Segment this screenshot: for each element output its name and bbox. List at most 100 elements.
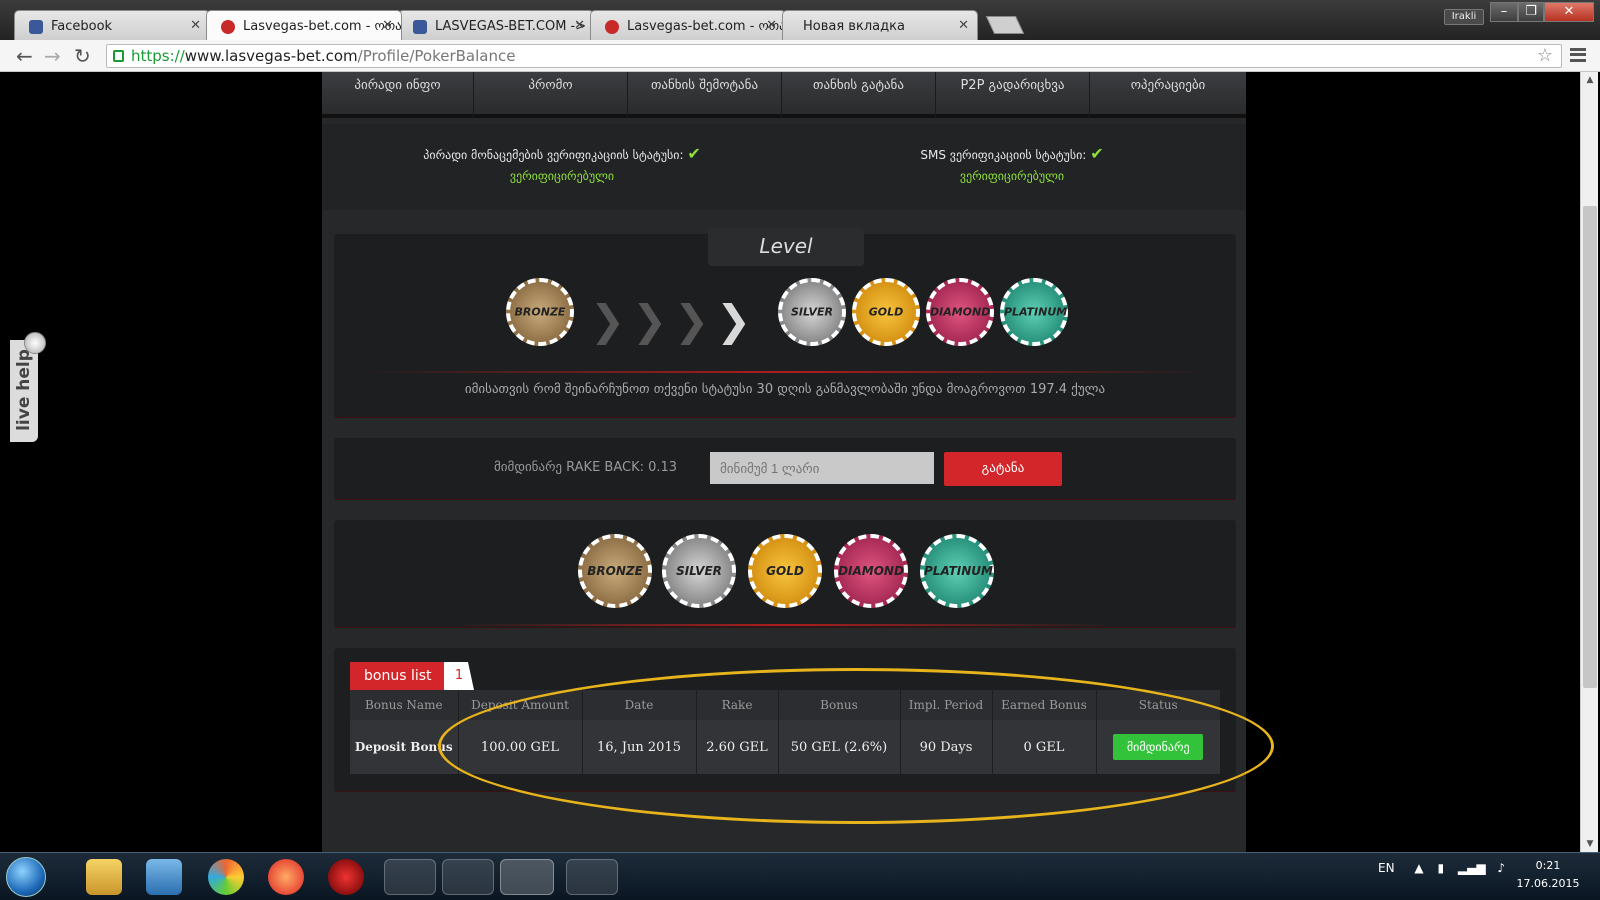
chip-label: SILVER [790, 305, 833, 319]
taskbar-clock[interactable]: 0:21 17.06.2015 [1508, 857, 1588, 893]
window-close-button[interactable]: ✕ [1544, 2, 1594, 22]
language-indicator[interactable]: EN [1378, 861, 1395, 875]
tab-lasvegas-fb[interactable]: LASVEGAS-BET.COM -> ოთ ✕ [398, 10, 594, 40]
explorer-folder-icon[interactable] [86, 859, 122, 895]
rake-back-box: მიმდინარე RAKE BACK: 0.13 გატანა [334, 438, 1236, 500]
tab-title: Facebook [51, 19, 113, 34]
new-tab-button[interactable] [985, 16, 1025, 34]
lasvegas-favicon-icon [221, 20, 235, 34]
tab-lasvegas-2[interactable]: Lasvegas-bet.com - ოთამ ✕ [590, 10, 786, 40]
chevron-right-icon: ❯ [674, 296, 710, 345]
tab-title: Новая вкладка [803, 19, 905, 34]
check-icon: ✔ [1090, 144, 1104, 163]
address-bar[interactable]: https://www.lasvegas-bet.com/Profile/Pok… [106, 44, 1562, 68]
media-player-icon[interactable] [146, 859, 182, 895]
sms-verification-state: ვერიფიცირებული [959, 169, 1065, 183]
clock-time: 0:21 [1535, 859, 1561, 872]
maximize-button[interactable]: ❐ [1518, 2, 1544, 22]
personal-verification: პირადი მონაცემების ვერიფიკაციის სტატუსი:… [382, 144, 742, 183]
chip-label: GOLD [766, 564, 804, 578]
divider [360, 371, 1210, 373]
chip-label: GOLD [868, 305, 904, 319]
browser-toolbar: ← → ↻ https://www.lasvegas-bet.com/Profi… [0, 40, 1600, 72]
chip-diamond: DIAMOND [926, 278, 994, 346]
close-icon[interactable]: ✕ [382, 18, 393, 33]
signal-icon[interactable]: ▂▄▆ [1458, 861, 1486, 875]
chip-gold: GOLD [852, 278, 920, 346]
chip-label: DIAMOND [930, 305, 991, 319]
tab-title: Lasvegas-bet.com - ოთამ [243, 19, 402, 34]
bonus-list-tab[interactable]: bonus list 1 [350, 662, 478, 690]
chevron-right-icon: ❯ [590, 296, 626, 345]
chip-label: BRONZE [587, 564, 643, 578]
forward-arrow-icon[interactable]: → [44, 45, 61, 67]
chrome-icon[interactable] [500, 859, 554, 895]
scroll-down-arrow-icon[interactable]: ▼ [1581, 836, 1599, 852]
tab-facebook[interactable]: Facebook ✕ [14, 10, 210, 40]
clock-date: 17.06.2015 [1516, 877, 1580, 890]
app-icon[interactable] [208, 859, 244, 895]
windows-start-button[interactable] [6, 857, 46, 897]
live-help-knob-icon[interactable] [24, 332, 46, 354]
tab-lasvegas-active[interactable]: Lasvegas-bet.com - ოთამ ✕ [206, 10, 402, 40]
annotation-ellipse [438, 668, 1274, 824]
divider [454, 624, 1114, 626]
bookmark-star-icon[interactable]: ☆ [1537, 45, 1553, 66]
menu-promo[interactable]: პრომო [474, 72, 628, 118]
tray-arrow-icon[interactable]: ▲ [1414, 861, 1423, 875]
close-icon[interactable]: ✕ [766, 18, 777, 33]
lasvegas-favicon-icon [605, 20, 619, 34]
chip-gold: GOLD [748, 534, 822, 608]
bonus-count-badge: 1 [444, 662, 474, 690]
close-icon[interactable]: ✕ [190, 18, 201, 33]
menu-deposit[interactable]: თანხის შემოტანა [628, 72, 782, 118]
menu-p2p-transfer[interactable]: P2P გადარიცხვა [936, 72, 1090, 118]
rake-back-label: მიმდინარე RAKE BACK: 0.13 [494, 460, 678, 475]
lock-icon [113, 50, 124, 62]
page-scrollbar[interactable]: ▲ ▼ [1580, 72, 1598, 852]
poker-app-icon[interactable] [328, 859, 364, 895]
scrollbar-thumb[interactable] [1583, 206, 1597, 688]
back-arrow-icon[interactable]: ← [16, 45, 33, 67]
chevron-right-icon: ❯ [716, 296, 752, 345]
browser-tab-strip: Facebook ✕ Lasvegas-bet.com - ოთამ ✕ LAS… [0, 0, 1600, 40]
menu-hamburger-icon[interactable] [1570, 48, 1586, 62]
chip-platinum: PLATINUM [1000, 278, 1068, 346]
chip-current-level: BRONZE [506, 278, 574, 346]
withdraw-rake-button[interactable]: გატანა [944, 452, 1062, 486]
minimize-button[interactable]: – [1490, 2, 1518, 22]
chip-label: BRONZE [514, 305, 566, 319]
menu-personal-info[interactable]: პირადი ინფო [322, 72, 474, 118]
scroll-up-arrow-icon[interactable]: ▲ [1581, 72, 1599, 88]
reload-icon[interactable]: ↻ [74, 45, 91, 67]
close-icon[interactable]: ✕ [958, 18, 969, 33]
level-note: იმისათვის რომ შეინარჩუნოთ თქვენი სტატუსი… [464, 382, 1106, 397]
windows-taskbar: EN ▲ ▮ ▂▄▆ ♪ 0:21 17.06.2015 [0, 852, 1600, 900]
tab-title: Lasvegas-bet.com - ოთამ [627, 19, 786, 34]
bonus-list-label: bonus list [350, 662, 444, 690]
tab-new[interactable]: Новая вкладка ✕ [782, 10, 978, 40]
url-scheme: https:// [131, 47, 185, 65]
column-header: Bonus Name [350, 690, 459, 720]
chip-silver: SILVER [662, 534, 736, 608]
verification-status: პირადი მონაცემების ვერიფიკაციის სტატუსი:… [322, 124, 1246, 210]
network-icon[interactable]: ▮ [1437, 861, 1444, 875]
personal-verification-state: ვერიფიცირებული [509, 169, 615, 183]
chip-label: DIAMOND [838, 564, 904, 578]
poker-client-icon[interactable] [384, 859, 436, 895]
vk-favicon-icon [413, 20, 427, 34]
check-icon: ✔ [687, 144, 701, 163]
profile-badge[interactable]: Irakli [1444, 9, 1484, 25]
profile-menu: პირადი ინფო პრომო თანხის შემოტანა თანხის… [322, 72, 1246, 118]
skype-icon[interactable] [566, 859, 618, 895]
close-icon[interactable]: ✕ [574, 18, 585, 33]
live-help-tab[interactable]: live help [10, 340, 38, 442]
volume-icon[interactable]: ♪ [1497, 861, 1505, 875]
app-icon[interactable] [268, 859, 304, 895]
menu-withdraw[interactable]: თანხის გატანა [782, 72, 936, 118]
chip-platinum: PLATINUM [920, 534, 994, 608]
url-path: /Profile/PokerBalance [357, 47, 516, 65]
menu-operations[interactable]: ოპერაციები [1090, 72, 1246, 118]
rake-amount-input[interactable] [710, 452, 934, 484]
euro-app-icon[interactable] [442, 859, 494, 895]
